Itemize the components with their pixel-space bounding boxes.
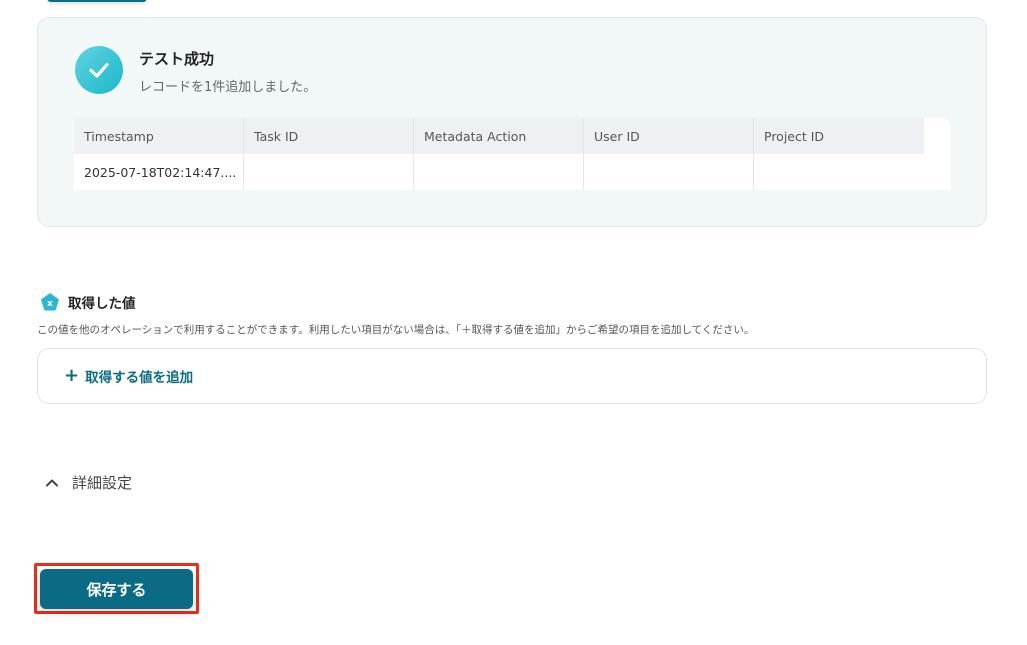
fetched-values-title: 取得した値 <box>68 296 136 312</box>
fetched-values-heading: x 取得した値 <box>40 292 136 312</box>
plus-icon: + <box>64 365 80 386</box>
table-row: 2025-07-18T02:14:47.... <box>74 154 951 190</box>
advanced-settings-label: 詳細設定 <box>72 474 133 492</box>
result-table: Timestamp Task ID Metadata Action User I… <box>74 118 951 190</box>
variable-badge-icon: x <box>40 292 60 312</box>
column-header-timestamp: Timestamp <box>74 118 244 154</box>
column-header-task-id: Task ID <box>244 118 414 154</box>
cell-project-id <box>754 154 924 190</box>
cell-metadata-action <box>414 154 584 190</box>
save-button[interactable]: 保存する <box>40 569 193 609</box>
add-fetched-value-label: 取得する値を追加 <box>85 370 194 386</box>
check-icon <box>75 46 123 94</box>
advanced-settings-toggle[interactable]: 詳細設定 <box>44 472 132 493</box>
column-header-user-id: User ID <box>584 118 754 154</box>
cell-user-id <box>584 154 754 190</box>
svg-text:x: x <box>47 299 53 309</box>
column-header-metadata-action: Metadata Action <box>414 118 584 154</box>
previous-button-edge <box>47 0 147 2</box>
success-subtitle: レコードを1件追加しました。 <box>139 80 317 95</box>
cell-timestamp: 2025-07-18T02:14:47.... <box>74 154 244 190</box>
add-fetched-value-button[interactable]: + 取得する値を追加 <box>37 348 987 404</box>
cell-task-id <box>244 154 414 190</box>
test-success-card: テスト成功 レコードを1件追加しました。 Timestamp Task ID M… <box>37 17 987 227</box>
chevron-up-icon <box>44 475 60 491</box>
table-header-row: Timestamp Task ID Metadata Action User I… <box>74 118 951 154</box>
column-header-project-id: Project ID <box>754 118 924 154</box>
fetched-values-description: この値を他のオペレーションで利用することができます。利用したい項目がない場合は、… <box>37 324 755 336</box>
success-title: テスト成功 <box>139 50 215 68</box>
